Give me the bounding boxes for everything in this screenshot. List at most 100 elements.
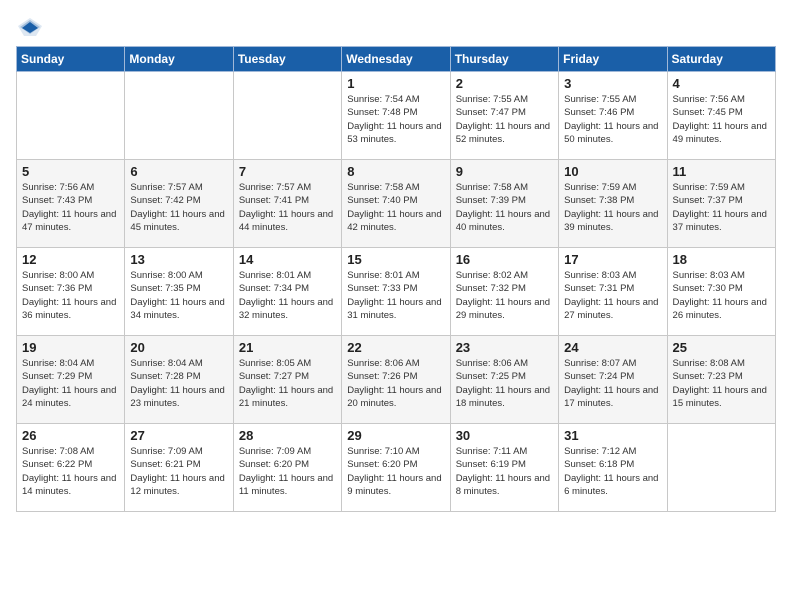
cell-sunset: Sunset: 7:43 PM bbox=[22, 195, 92, 206]
cell-sunrise: Sunrise: 7:11 AM bbox=[456, 446, 528, 457]
cell-daylight: Daylight: 11 hours and 21 minutes. bbox=[239, 385, 333, 409]
day-number: 12 bbox=[22, 252, 119, 267]
day-number: 21 bbox=[239, 340, 336, 355]
weekday-header: Sunday bbox=[17, 47, 125, 72]
calendar-cell: 12 Sunrise: 8:00 AM Sunset: 7:36 PM Dayl… bbox=[17, 248, 125, 336]
day-number: 17 bbox=[564, 252, 661, 267]
calendar-cell: 16 Sunrise: 8:02 AM Sunset: 7:32 PM Dayl… bbox=[450, 248, 558, 336]
calendar-cell: 8 Sunrise: 7:58 AM Sunset: 7:40 PM Dayli… bbox=[342, 160, 450, 248]
cell-sunrise: Sunrise: 8:02 AM bbox=[456, 270, 528, 281]
cell-daylight: Daylight: 11 hours and 15 minutes. bbox=[673, 385, 767, 409]
calendar-week-row: 5 Sunrise: 7:56 AM Sunset: 7:43 PM Dayli… bbox=[17, 160, 776, 248]
cell-daylight: Daylight: 11 hours and 39 minutes. bbox=[564, 209, 658, 233]
calendar-cell bbox=[17, 72, 125, 160]
cell-sunset: Sunset: 7:32 PM bbox=[456, 283, 526, 294]
cell-daylight: Daylight: 11 hours and 8 minutes. bbox=[456, 473, 550, 497]
weekday-header: Wednesday bbox=[342, 47, 450, 72]
cell-sunrise: Sunrise: 8:08 AM bbox=[673, 358, 745, 369]
calendar-table: SundayMondayTuesdayWednesdayThursdayFrid… bbox=[16, 46, 776, 512]
day-number: 3 bbox=[564, 76, 661, 91]
calendar-cell: 1 Sunrise: 7:54 AM Sunset: 7:48 PM Dayli… bbox=[342, 72, 450, 160]
cell-daylight: Daylight: 11 hours and 29 minutes. bbox=[456, 297, 550, 321]
cell-sunset: Sunset: 7:38 PM bbox=[564, 195, 634, 206]
calendar-cell bbox=[233, 72, 341, 160]
cell-sunrise: Sunrise: 8:06 AM bbox=[347, 358, 419, 369]
cell-daylight: Daylight: 11 hours and 26 minutes. bbox=[673, 297, 767, 321]
cell-daylight: Daylight: 11 hours and 49 minutes. bbox=[673, 121, 767, 145]
calendar-cell: 24 Sunrise: 8:07 AM Sunset: 7:24 PM Dayl… bbox=[559, 336, 667, 424]
cell-daylight: Daylight: 11 hours and 42 minutes. bbox=[347, 209, 441, 233]
cell-sunrise: Sunrise: 7:09 AM bbox=[239, 446, 311, 457]
cell-sunset: Sunset: 6:18 PM bbox=[564, 459, 634, 470]
calendar-cell: 4 Sunrise: 7:56 AM Sunset: 7:45 PM Dayli… bbox=[667, 72, 775, 160]
calendar-cell: 18 Sunrise: 8:03 AM Sunset: 7:30 PM Dayl… bbox=[667, 248, 775, 336]
day-number: 19 bbox=[22, 340, 119, 355]
cell-daylight: Daylight: 11 hours and 27 minutes. bbox=[564, 297, 658, 321]
cell-sunset: Sunset: 7:29 PM bbox=[22, 371, 92, 382]
calendar-week-row: 19 Sunrise: 8:04 AM Sunset: 7:29 PM Dayl… bbox=[17, 336, 776, 424]
calendar-cell: 13 Sunrise: 8:00 AM Sunset: 7:35 PM Dayl… bbox=[125, 248, 233, 336]
cell-sunset: Sunset: 7:28 PM bbox=[130, 371, 200, 382]
day-number: 6 bbox=[130, 164, 227, 179]
calendar-header-row: SundayMondayTuesdayWednesdayThursdayFrid… bbox=[17, 47, 776, 72]
cell-sunrise: Sunrise: 7:57 AM bbox=[130, 182, 202, 193]
calendar-cell bbox=[125, 72, 233, 160]
cell-sunrise: Sunrise: 8:03 AM bbox=[564, 270, 636, 281]
cell-daylight: Daylight: 11 hours and 31 minutes. bbox=[347, 297, 441, 321]
weekday-header: Saturday bbox=[667, 47, 775, 72]
calendar-cell: 26 Sunrise: 7:08 AM Sunset: 6:22 PM Dayl… bbox=[17, 424, 125, 512]
cell-daylight: Daylight: 11 hours and 17 minutes. bbox=[564, 385, 658, 409]
calendar-cell: 2 Sunrise: 7:55 AM Sunset: 7:47 PM Dayli… bbox=[450, 72, 558, 160]
day-number: 24 bbox=[564, 340, 661, 355]
cell-sunrise: Sunrise: 8:04 AM bbox=[22, 358, 94, 369]
cell-sunset: Sunset: 7:42 PM bbox=[130, 195, 200, 206]
cell-daylight: Daylight: 11 hours and 6 minutes. bbox=[564, 473, 658, 497]
day-number: 10 bbox=[564, 164, 661, 179]
calendar-cell: 11 Sunrise: 7:59 AM Sunset: 7:37 PM Dayl… bbox=[667, 160, 775, 248]
day-number: 5 bbox=[22, 164, 119, 179]
calendar-cell: 9 Sunrise: 7:58 AM Sunset: 7:39 PM Dayli… bbox=[450, 160, 558, 248]
cell-sunset: Sunset: 7:33 PM bbox=[347, 283, 417, 294]
calendar-cell: 3 Sunrise: 7:55 AM Sunset: 7:46 PM Dayli… bbox=[559, 72, 667, 160]
cell-sunset: Sunset: 7:48 PM bbox=[347, 107, 417, 118]
calendar-week-row: 26 Sunrise: 7:08 AM Sunset: 6:22 PM Dayl… bbox=[17, 424, 776, 512]
cell-daylight: Daylight: 11 hours and 32 minutes. bbox=[239, 297, 333, 321]
cell-sunrise: Sunrise: 7:57 AM bbox=[239, 182, 311, 193]
cell-sunset: Sunset: 7:35 PM bbox=[130, 283, 200, 294]
calendar-week-row: 12 Sunrise: 8:00 AM Sunset: 7:36 PM Dayl… bbox=[17, 248, 776, 336]
cell-daylight: Daylight: 11 hours and 50 minutes. bbox=[564, 121, 658, 145]
day-number: 25 bbox=[673, 340, 770, 355]
cell-sunset: Sunset: 7:37 PM bbox=[673, 195, 743, 206]
day-number: 16 bbox=[456, 252, 553, 267]
cell-daylight: Daylight: 11 hours and 14 minutes. bbox=[22, 473, 116, 497]
day-number: 18 bbox=[673, 252, 770, 267]
calendar-cell: 19 Sunrise: 8:04 AM Sunset: 7:29 PM Dayl… bbox=[17, 336, 125, 424]
cell-sunrise: Sunrise: 7:09 AM bbox=[130, 446, 202, 457]
cell-sunset: Sunset: 7:24 PM bbox=[564, 371, 634, 382]
cell-sunrise: Sunrise: 7:59 AM bbox=[673, 182, 745, 193]
cell-daylight: Daylight: 11 hours and 52 minutes. bbox=[456, 121, 550, 145]
calendar-cell: 30 Sunrise: 7:11 AM Sunset: 6:19 PM Dayl… bbox=[450, 424, 558, 512]
cell-sunset: Sunset: 7:30 PM bbox=[673, 283, 743, 294]
calendar-cell: 14 Sunrise: 8:01 AM Sunset: 7:34 PM Dayl… bbox=[233, 248, 341, 336]
day-number: 14 bbox=[239, 252, 336, 267]
day-number: 13 bbox=[130, 252, 227, 267]
day-number: 9 bbox=[456, 164, 553, 179]
cell-sunrise: Sunrise: 7:10 AM bbox=[347, 446, 419, 457]
day-number: 30 bbox=[456, 428, 553, 443]
calendar-cell: 27 Sunrise: 7:09 AM Sunset: 6:21 PM Dayl… bbox=[125, 424, 233, 512]
cell-daylight: Daylight: 11 hours and 11 minutes. bbox=[239, 473, 333, 497]
cell-sunset: Sunset: 7:39 PM bbox=[456, 195, 526, 206]
cell-sunrise: Sunrise: 8:06 AM bbox=[456, 358, 528, 369]
cell-sunrise: Sunrise: 8:01 AM bbox=[347, 270, 419, 281]
day-number: 22 bbox=[347, 340, 444, 355]
cell-sunset: Sunset: 7:31 PM bbox=[564, 283, 634, 294]
day-number: 29 bbox=[347, 428, 444, 443]
cell-sunrise: Sunrise: 7:08 AM bbox=[22, 446, 94, 457]
page-header bbox=[16, 16, 776, 38]
calendar-cell: 21 Sunrise: 8:05 AM Sunset: 7:27 PM Dayl… bbox=[233, 336, 341, 424]
calendar-cell: 20 Sunrise: 8:04 AM Sunset: 7:28 PM Dayl… bbox=[125, 336, 233, 424]
cell-sunset: Sunset: 6:21 PM bbox=[130, 459, 200, 470]
cell-sunrise: Sunrise: 8:00 AM bbox=[130, 270, 202, 281]
cell-sunset: Sunset: 7:40 PM bbox=[347, 195, 417, 206]
